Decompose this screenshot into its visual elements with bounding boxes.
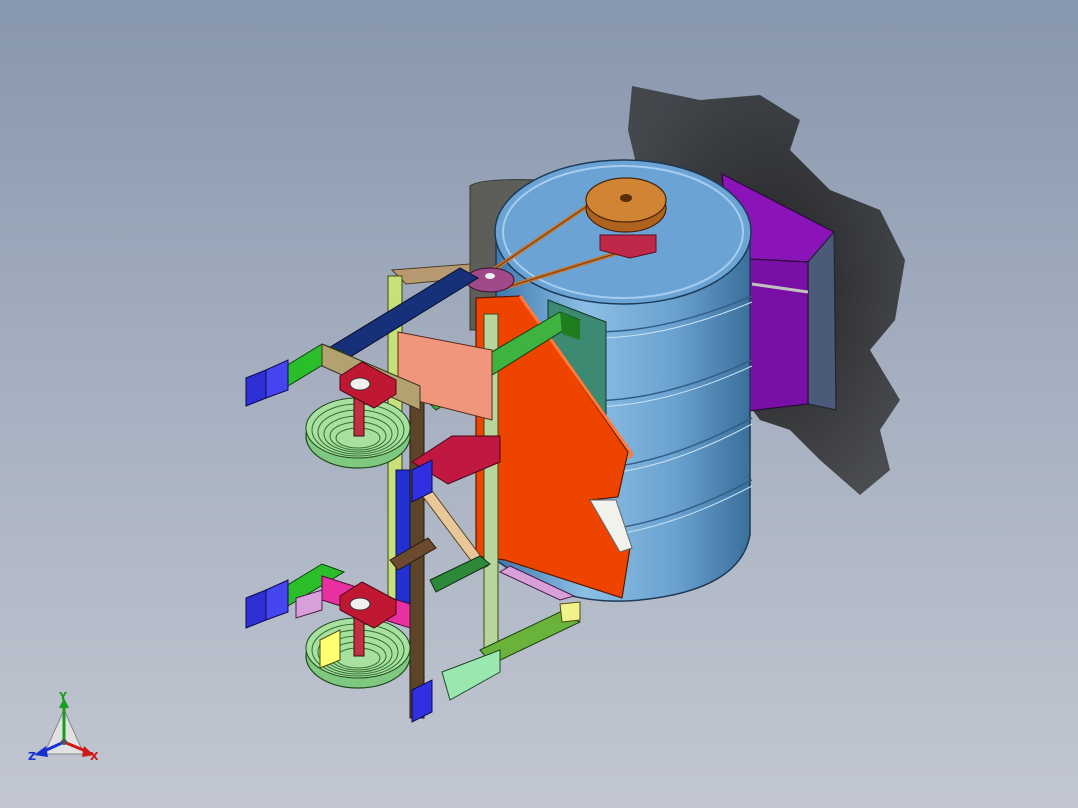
z-axis-arrow — [34, 746, 48, 757]
cad-model-render[interactable] — [0, 0, 1078, 808]
x-axis-label: X — [90, 750, 99, 763]
z-axis-label: Z — [28, 750, 36, 763]
orientation-triad[interactable]: Y X Z — [26, 690, 106, 770]
cad-viewport[interactable]: Y X Z — [0, 0, 1078, 808]
y-axis-label: Y — [59, 690, 67, 703]
